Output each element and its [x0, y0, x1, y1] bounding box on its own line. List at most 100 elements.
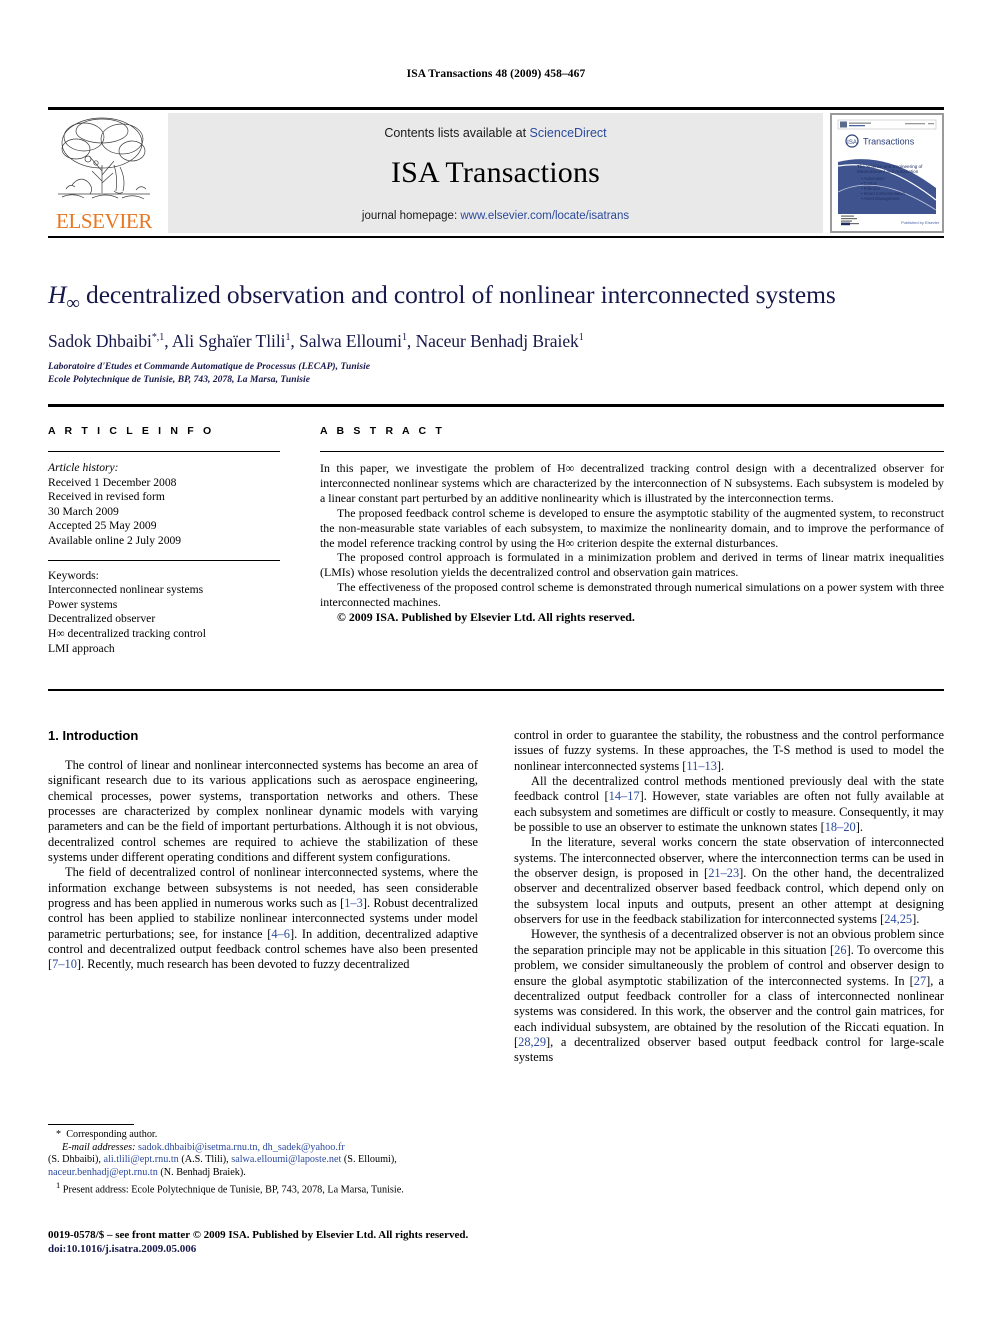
author-list: Sadok Dhbaibi*,1, Ali Sghaïer Tlili1, Sa… — [48, 331, 584, 352]
history-item: Available online 2 July 2009 — [48, 533, 182, 547]
title-infinity-subscript: ∞ — [66, 293, 80, 315]
affiliation-line: Ecole Polytechnique de Tunisie, BP, 743,… — [48, 375, 310, 386]
sciencedirect-link[interactable]: ScienceDirect — [530, 126, 607, 140]
author-name[interactable]: Sadok Dhbaibi — [48, 331, 152, 351]
citation-reference[interactable]: 1–3 — [344, 896, 363, 910]
doi-link[interactable]: doi:10.1016/j.isatra.2009.05.006 — [48, 1242, 608, 1256]
author-mark: 1 — [285, 332, 291, 344]
abstract-column: A B S T R A C T In this paper, we invest… — [320, 425, 944, 625]
abstract-heading: A B S T R A C T — [320, 425, 445, 437]
email-owner: (N. Benhadj Braiek). — [157, 1166, 246, 1178]
abstract-copyright: © 2009 ISA. Published by Elsevier Ltd. A… — [337, 610, 635, 625]
author-name[interactable]: Ali Sghaïer Tlili — [172, 331, 286, 351]
citation-reference[interactable]: 24,25 — [884, 912, 912, 926]
asterisk-icon: * — [56, 1129, 62, 1140]
email-owner: (S. Dhbaibi), — [48, 1154, 104, 1166]
sciencedirect-line: Contents lists available at ScienceDirec… — [168, 113, 823, 140]
footnote-rule — [48, 1124, 134, 1125]
email-address[interactable]: ali.tlili@ept.rnu.tn — [103, 1154, 178, 1165]
citation-reference[interactable]: 28,29 — [518, 1035, 546, 1049]
history-item: 30 March 2009 — [48, 504, 119, 518]
running-head: ISA Transactions 48 (2009) 458–467 — [406, 68, 586, 80]
masthead-center-panel: Contents lists available at ScienceDirec… — [168, 113, 823, 233]
footnote-block: * Corresponding author. E-mail addresses… — [48, 1129, 478, 1197]
body-paragraph: However, the synthesis of a decentralize… — [514, 927, 945, 1065]
abstract-rule — [320, 451, 944, 452]
page-title: H∞ decentralized observation and control… — [48, 280, 944, 319]
affiliation-line: Laboratoire d'Etudes et Commande Automat… — [48, 362, 371, 373]
elsevier-wordmark: ELSEVIER — [56, 209, 152, 233]
journal-homepage-link[interactable]: www.elsevier.com/locate/isatrans — [460, 210, 629, 222]
author-mark: 1 — [578, 332, 584, 344]
abstract-paragraph: The effectiveness of the proposed contro… — [320, 580, 944, 610]
email-owner: (S. Elloumi), — [341, 1154, 397, 1166]
imprint-block: 0019-0578/$ – see front matter © 2009 IS… — [48, 1228, 608, 1256]
citation-reference[interactable]: 7–10 — [52, 957, 77, 971]
citation-reference[interactable]: 26 — [834, 943, 846, 957]
email-address[interactable]: salwa.elloumi@laposte.net — [231, 1154, 341, 1165]
citation-reference[interactable]: 11–13 — [686, 759, 717, 773]
citation-reference[interactable]: 18–20 — [825, 820, 856, 834]
keyword-item: H∞ decentralized tracking control — [48, 626, 206, 640]
body-paragraph: The field of decentralized control of no… — [48, 865, 478, 972]
keyword-item: Decentralized observer — [48, 612, 156, 626]
citation-reference[interactable]: 21–23 — [708, 866, 739, 880]
history-item: Accepted 25 May 2009 — [48, 519, 157, 533]
contents-prefix: Contents lists available at — [384, 126, 530, 140]
affiliation-block: Laboratoire d'Etudes et Commande Automat… — [48, 361, 944, 387]
info-abstract-top-rule — [48, 404, 944, 407]
footnote-corresponding-author: * Corresponding author. — [48, 1129, 478, 1142]
email-address[interactable]: naceur.benhadj@ept.rnu.tn — [48, 1167, 158, 1178]
author-name[interactable]: Salwa Elloumi — [299, 331, 402, 351]
abstract-bottom-rule — [48, 689, 944, 691]
author-mark: 1 — [401, 332, 407, 344]
journal-title: ISA Transactions — [390, 156, 601, 189]
abstract-body: In this paper, we investigate the proble… — [320, 461, 944, 625]
footnote-emails: E-mail addresses: sadok.dhbaibi@isetma.r… — [48, 1142, 478, 1155]
article-history-label: Article history: — [48, 461, 119, 474]
present-address-text: Present address: Ecole Polytechnique de … — [62, 1184, 404, 1196]
history-item: Received in revised form — [48, 490, 165, 504]
email-label: E-mail addresses: — [62, 1141, 136, 1153]
svg-text:Measurement and Automation: Measurement and Automation — [857, 169, 919, 174]
citation-reference[interactable]: 27 — [914, 974, 926, 988]
issn-copyright-line: 0019-0578/$ – see front matter © 2009 IS… — [48, 1229, 469, 1241]
elsevier-tree-icon — [58, 117, 150, 200]
history-item: Received 1 December 2008 — [48, 475, 177, 489]
abstract-paragraph: The proposed feedback control scheme is … — [320, 505, 944, 550]
body-paragraph: The control of linear and nonlinear inte… — [48, 758, 478, 865]
body-column-right: control in order to guarantee the stabil… — [514, 728, 944, 1066]
body-column-left: 1. Introduction The control of linear an… — [48, 728, 478, 973]
article-history: Article history: Received 1 December 200… — [48, 461, 280, 549]
footnote-emails-line3: naceur.benhadj@ept.rnu.tn (N. Benhadj Br… — [48, 1167, 478, 1180]
masthead-bottom-rule — [48, 236, 944, 238]
email-address[interactable]: sadok.dhbaibi@isetma.rnu.tn, dh_sadek@ya… — [135, 1142, 345, 1153]
journal-cover-art: ISA Transactions The Science and Enginee… — [831, 114, 943, 232]
footnote-present-address: 1 Present address: Ecole Polytechnique d… — [48, 1179, 478, 1197]
keyword-item: Power systems — [48, 597, 118, 611]
keywords-label: Keywords: — [48, 568, 99, 582]
journal-cover-thumbnail: ISA Transactions The Science and Enginee… — [830, 113, 944, 233]
elsevier-logo: ELSEVIER — [48, 113, 160, 233]
svg-text:Published by Elsevier: Published by Elsevier — [901, 220, 940, 225]
svg-text:ISA: ISA — [847, 140, 857, 146]
body-paragraph: control in order to guarantee the stabil… — [514, 728, 944, 773]
section-heading-introduction: 1. Introduction — [48, 728, 139, 743]
article-info-rule — [48, 451, 280, 452]
svg-text:Transactions: Transactions — [863, 137, 915, 147]
keyword-item: LMI approach — [48, 641, 115, 655]
citation-reference[interactable]: 4–6 — [271, 927, 290, 941]
article-first-page: ISA Transactions 48 (2009) 458–467 ELSEV… — [0, 0, 992, 1323]
title-rest: decentralized observation and control of… — [79, 280, 836, 309]
footnote-marker: 1 — [56, 1180, 61, 1191]
author-name[interactable]: Naceur Benhadj Braiek — [416, 331, 579, 351]
masthead-top-rule — [48, 107, 944, 110]
email-owner: (A.S. Tlili), — [178, 1154, 232, 1166]
body-paragraph: All the decentralized control methods me… — [514, 774, 944, 835]
author-mark: *,1 — [151, 332, 165, 344]
citation-reference[interactable]: 14–17 — [609, 789, 640, 803]
abstract-paragraph: The proposed control approach is formula… — [320, 550, 944, 580]
keyword-item: Interconnected nonlinear systems — [48, 583, 204, 597]
abstract-paragraph: In this paper, we investigate the proble… — [320, 461, 944, 505]
keywords-list: Keywords: Interconnected nonlinear syste… — [48, 569, 280, 657]
